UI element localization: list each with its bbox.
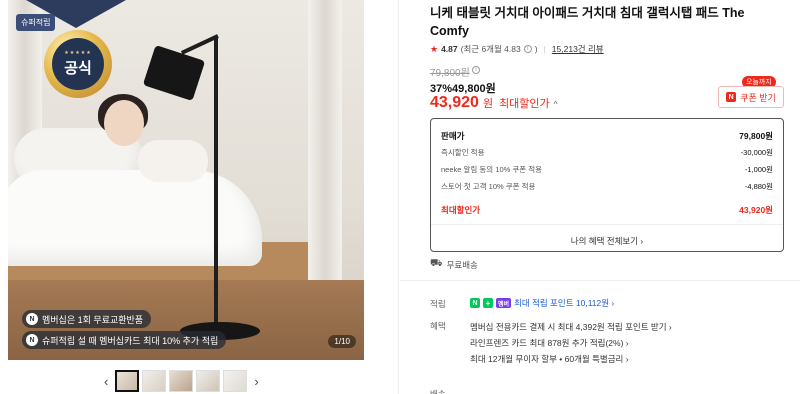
price-box-divider (431, 224, 783, 225)
thumbnail-strip: ‹ › (100, 369, 263, 393)
super-points-text: 슈퍼적립 설 때 멤버십카드 최대 10% 추가 적립 (42, 335, 219, 346)
max-price-row: 최대할인가 43,920원 (441, 201, 773, 218)
price-info-icon[interactable]: i (472, 66, 480, 74)
price-row-value: -1,000원 (744, 165, 773, 174)
plus-icon: + (483, 298, 493, 308)
super-points-pill: N 슈퍼적립 설 때 멤버십카드 최대 10% 추가 적립 (22, 331, 227, 349)
price-breakdown-box: 판매가 79,800원 즉시할인 적용 -30,000원 neeke 알림 동의… (430, 118, 784, 252)
max-discount-price: 43,920 (430, 94, 479, 111)
price-row-label: 즉시할인 적용 (441, 148, 485, 157)
price-row: 판매가 79,800원 (441, 127, 773, 144)
thumbnail[interactable] (142, 370, 167, 392)
recent-rating: (최근 6개월 4.83 (460, 44, 521, 54)
medal-stars: ★★★★★ (64, 50, 92, 56)
coupon-button[interactable]: N 쿠폰 받기 (718, 86, 784, 108)
membership-return-pill: N 멤버십은 1회 무료교환반품 (22, 310, 152, 328)
image-stand-pole (214, 36, 218, 336)
benefits-list: 멤버십 전용카드 결제 시 최대 4,392원 적립 포인트 받기 › 라인프렌… (470, 319, 672, 367)
membership-return-text: 멤버십은 1회 무료교환반품 (42, 314, 144, 325)
thumbnail[interactable] (196, 370, 221, 392)
product-main-image[interactable]: 슈퍼적립 ★★★★★ 공식 N 멤버십은 1회 무료교환반품 N 슈퍼적립 설 … (8, 0, 364, 360)
separator: | (543, 44, 546, 54)
benefits-label: 혜택 (430, 321, 446, 331)
max-discount-row[interactable]: 43,920 원 최대할인가 ^ (430, 94, 557, 112)
max-discount-label: 최대할인가 (499, 98, 550, 110)
price-row-label: 스토어 첫 고객 10% 쿠폰 적용 (441, 182, 536, 191)
rating-value: 4.87 (441, 44, 458, 54)
prev-image-icon[interactable]: ‹ (100, 374, 112, 389)
naver-n-icon: N (26, 313, 38, 325)
naver-n-icon: N (26, 334, 38, 346)
official-label: 공식 (64, 60, 92, 77)
image-duvet (8, 170, 262, 266)
next-image-icon[interactable]: › (250, 374, 262, 389)
thumbnail[interactable] (169, 370, 194, 392)
price-row-value: 79,800원 (739, 130, 773, 141)
price-row: 즉시할인 적용 -30,000원 (441, 144, 773, 161)
free-shipping-text: 무료배송 (446, 259, 478, 270)
benefit-item[interactable]: 최대 12개월 무이자 할부 • 60개월 특별금리 › (470, 351, 672, 367)
official-medal-icon: ★★★★★ 공식 (44, 30, 112, 98)
benefit-item[interactable]: 라인프렌즈 카드 최대 878원 추가 적립(2%) › (470, 335, 672, 351)
reviews-link[interactable]: 15,213건 리뷰 (552, 43, 604, 55)
price-row-label: neeke 알림 동의 10% 쿠폰 적용 (441, 165, 543, 174)
chevron-up-icon[interactable]: ^ (554, 100, 558, 109)
truck-icon: ⛟ (430, 258, 443, 269)
paren-close: ) (534, 44, 538, 54)
thumbnail[interactable] (115, 370, 140, 392)
free-shipping: ⛟ 무료배송 (430, 258, 478, 271)
product-info: 니케 태블릿 거치대 아이패드 거치대 침대 갤럭시탭 패드 The Comfy… (400, 0, 800, 394)
points-label: 적립 (430, 299, 446, 309)
info-icon[interactable]: i (523, 45, 532, 53)
price-row-label: 판매가 (441, 130, 465, 141)
benefit-item[interactable]: 멤버십 전용카드 결제 시 최대 4,392원 적립 포인트 받기 › (470, 319, 672, 335)
image-counter: 1/10 (328, 335, 356, 348)
original-price: 79,800원 (430, 68, 470, 79)
thumbnail[interactable] (223, 370, 248, 392)
shipping-label: 배송 (430, 389, 446, 394)
naver-n-icon: N (726, 92, 737, 102)
points-row[interactable]: N + 멤버 최대 적립 포인트 10,112원 › (470, 297, 614, 309)
super-points-badge: 슈퍼적립 (16, 14, 56, 31)
price-row-value: -30,000원 (740, 148, 773, 157)
section-divider (400, 280, 800, 281)
coupon-button-label: 쿠폰 받기 (740, 92, 776, 103)
points-text: 최대 적립 포인트 10,112원 › (514, 298, 615, 308)
price-row-value: -4,880원 (744, 182, 773, 191)
price-row: neeke 알림 동의 10% 쿠폰 적용 -1,000원 (441, 161, 773, 178)
image-person-body (138, 140, 208, 182)
official-medal-inner: ★★★★★ 공식 (52, 38, 104, 90)
image-curtain (308, 0, 342, 300)
membership-icon: 멤버 (496, 298, 512, 308)
max-price-row-label: 최대할인가 (441, 204, 481, 215)
price-row: 스토어 첫 고객 10% 쿠폰 적용 -4,880원 (441, 178, 773, 195)
naver-n-icon: N (470, 298, 480, 308)
product-title: 니케 태블릿 거치대 아이패드 거치대 침대 갤럭시탭 패드 The Comfy (430, 6, 745, 38)
rating-row: ★ 4.87 (최근 6개월 4.83 i) | 15,213건 리뷰 (430, 43, 604, 55)
view-all-benefits-link[interactable]: 나의 혜택 전체보기 › (441, 235, 773, 247)
max-discount-unit: 원 (482, 98, 494, 110)
star-icon: ★ (430, 43, 439, 54)
image-person-head (104, 100, 144, 146)
max-price-row-value: 43,920원 (739, 204, 773, 215)
column-divider (398, 0, 399, 394)
